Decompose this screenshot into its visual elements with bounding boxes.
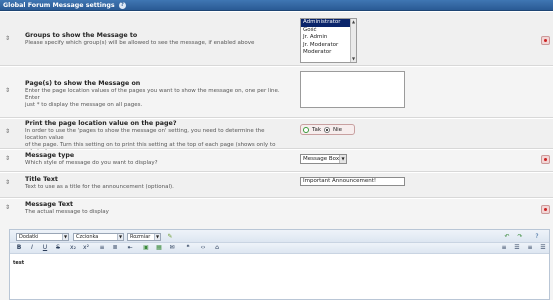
image-icon[interactable]: ▣ <box>142 244 150 252</box>
drag-handle-icon[interactable]: ⇕ <box>5 36 10 42</box>
drag-handle-icon[interactable]: ⇕ <box>5 129 10 135</box>
radio-no[interactable] <box>324 126 331 133</box>
setting-description: In order to use the 'pages to show the m… <box>25 128 265 141</box>
chevron-down-icon[interactable]: ▼ <box>154 234 160 240</box>
setting-description: just * to display the message on all pag… <box>25 102 143 108</box>
style-select-value: Dodatki <box>19 234 39 240</box>
setting-title: Print the page location value on the pag… <box>25 120 177 127</box>
listbox-option[interactable]: Moderator <box>301 49 356 57</box>
unordered-list-icon[interactable]: ≣ <box>111 244 119 252</box>
listbox-scrollbar[interactable]: ▲ ▼ <box>350 19 356 62</box>
setting-title: Groups to show the Message to <box>25 32 138 39</box>
select-value: Message Box <box>303 156 340 162</box>
table-icon[interactable]: ▦ <box>155 244 163 252</box>
reset-icon[interactable] <box>541 205 550 214</box>
code-icon[interactable]: ‹› <box>199 244 207 252</box>
align-center-icon[interactable]: ☰ <box>513 244 521 252</box>
outdent-icon[interactable]: ⇤ <box>126 244 134 252</box>
align-right-icon[interactable]: ≡ <box>526 244 534 252</box>
align-left-icon[interactable]: ≡ <box>500 244 508 252</box>
underline-icon[interactable]: U <box>41 244 49 252</box>
source-icon[interactable]: ⌂ <box>213 244 221 252</box>
text-color-icon[interactable]: ✎ <box>166 233 174 241</box>
editor-content-area[interactable]: test <box>11 256 549 299</box>
justify-icon[interactable]: ☰ <box>539 244 547 252</box>
listbox-option[interactable]: Jr. Moderator <box>301 42 356 50</box>
setting-title: Message Text <box>25 201 74 208</box>
drag-handle-icon[interactable]: ⇕ <box>5 205 10 211</box>
font-select-value: Czcionka <box>76 234 99 240</box>
scroll-down-icon[interactable]: ▼ <box>351 56 356 62</box>
setting-row-print-location: ⇕ Print the page location value on the p… <box>0 119 553 155</box>
radio-no-label: Nie <box>333 126 343 133</box>
help-editor-icon[interactable]: ? <box>533 233 541 241</box>
style-select[interactable]: Dodatki ▼ <box>16 233 69 241</box>
drag-handle-icon[interactable]: ⇕ <box>5 88 10 94</box>
setting-description: Which style of message do you want to di… <box>25 160 158 166</box>
radio-yes[interactable] <box>303 126 309 133</box>
listbox-option[interactable]: Gość <box>301 27 356 35</box>
editor-content-text: test <box>13 260 25 266</box>
reset-icon[interactable] <box>541 36 550 45</box>
setting-row-pages: ⇕ Page(s) to show the Message on Enter t… <box>0 67 553 118</box>
groups-listbox[interactable]: Administrator Gość Jr. Admin Jr. Moderat… <box>300 18 357 63</box>
ordered-list-icon[interactable]: ≡ <box>98 244 106 252</box>
setting-description: Text to use as a title for the announcem… <box>25 184 174 190</box>
strikethrough-icon[interactable]: S <box>54 244 62 252</box>
listbox-option[interactable]: Administrator <box>301 19 356 27</box>
setting-row-groups: ⇕ Groups to show the Message to Please s… <box>0 12 553 66</box>
message-type-select[interactable]: Message Box ▼ <box>300 154 347 164</box>
superscript-icon[interactable]: x² <box>82 244 90 252</box>
scroll-up-icon[interactable]: ▲ <box>351 19 356 25</box>
setting-title: Page(s) to show the Message on <box>25 80 141 87</box>
help-icon[interactable]: ? <box>118 1 126 9</box>
section-title: Global Forum Message settings <box>3 2 115 9</box>
section-header: Global Forum Message settings ? <box>0 0 553 11</box>
setting-description: Please specify which group(s) will be al… <box>25 40 255 46</box>
reset-icon[interactable] <box>541 155 550 164</box>
setting-row-message-type: ⇕ Message type Which style of message do… <box>0 150 553 172</box>
subscript-icon[interactable]: x₂ <box>69 244 77 252</box>
setting-title: Message type <box>25 152 75 159</box>
pages-textarea[interactable] <box>300 71 405 108</box>
editor-toolbar-format: B I U S x₂ x² ≡ ≣ ⇤ ▣ ▦ ✉ ❝ ‹› ⌂ ≡ ☰ ≡ ☰ <box>10 243 549 254</box>
quote-icon[interactable]: ❝ <box>184 244 192 252</box>
chevron-down-icon[interactable]: ▼ <box>339 155 346 163</box>
redo-icon[interactable]: ↷ <box>516 233 524 241</box>
chevron-down-icon[interactable]: ▼ <box>62 234 68 240</box>
setting-row-title-text: ⇕ Title Text Text to use as a title for … <box>0 173 553 198</box>
bold-icon[interactable]: B <box>15 244 23 252</box>
radio-yes-label: Tak <box>312 126 322 133</box>
print-location-radio-group: Tak Nie <box>300 124 355 135</box>
rich-text-editor: Dodatki ▼ Czcionka ▼ Rozmiar ▼ ✎ ↶ ↷ ? B… <box>9 229 550 300</box>
drag-handle-icon[interactable]: ⇕ <box>5 180 10 186</box>
editor-toolbar-top: Dodatki ▼ Czcionka ▼ Rozmiar ▼ ✎ ↶ ↷ ? <box>10 230 549 243</box>
chevron-down-icon[interactable]: ▼ <box>117 234 123 240</box>
italic-icon[interactable]: I <box>28 244 36 252</box>
undo-icon[interactable]: ↶ <box>503 233 511 241</box>
setting-title: Title Text <box>25 176 58 183</box>
font-select[interactable]: Czcionka ▼ <box>73 233 124 241</box>
size-select[interactable]: Rozmiar ▼ <box>127 233 161 241</box>
listbox-option[interactable]: Jr. Admin <box>301 34 356 42</box>
title-text-input[interactable]: Important Announcement! <box>300 177 405 186</box>
email-icon[interactable]: ✉ <box>168 244 176 252</box>
size-select-value: Rozmiar <box>130 234 151 240</box>
setting-description: The actual message to display <box>25 209 109 215</box>
setting-description: Enter the page location values of the pa… <box>25 88 280 101</box>
drag-handle-icon[interactable]: ⇕ <box>5 156 10 162</box>
